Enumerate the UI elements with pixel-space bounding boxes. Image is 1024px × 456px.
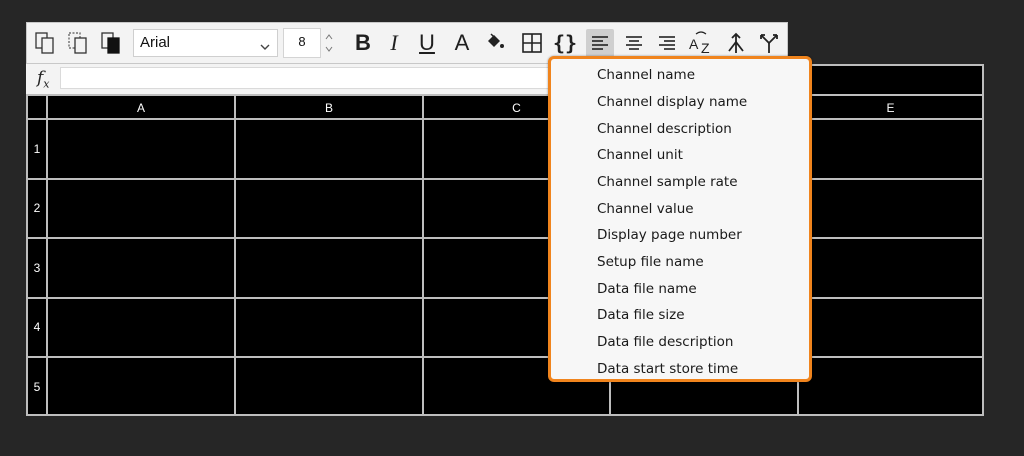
- column-header-b[interactable]: B: [236, 98, 422, 118]
- align-center-icon[interactable]: [620, 29, 648, 57]
- borders-icon[interactable]: [518, 29, 546, 57]
- menu-item-data-start-store-time[interactable]: Data start store time: [597, 361, 738, 377]
- grid-line: [46, 96, 48, 414]
- grid-line: [28, 118, 982, 120]
- formula-bar: fx: [26, 64, 586, 94]
- paste-icon[interactable]: [97, 29, 125, 57]
- copy-format-icon[interactable]: [64, 29, 92, 57]
- menu-item-data-file-description[interactable]: Data file description: [597, 334, 733, 350]
- grid-line: [28, 297, 982, 299]
- field-insert-dropdown: Channel name Channel display name Channe…: [548, 56, 812, 382]
- bold-button[interactable]: B: [349, 29, 377, 57]
- row-header-5[interactable]: 5: [28, 380, 46, 394]
- braces-icon[interactable]: {}: [551, 29, 579, 57]
- paint-bucket-icon[interactable]: [481, 29, 509, 57]
- row-header-2[interactable]: 2: [28, 201, 46, 215]
- row-header-3[interactable]: 3: [28, 261, 46, 275]
- align-right-icon[interactable]: [653, 29, 681, 57]
- column-header-e[interactable]: E: [799, 98, 982, 118]
- sort-az-icon[interactable]: AZ: [687, 29, 715, 57]
- font-size-stepper[interactable]: [323, 31, 335, 55]
- font-size-input[interactable]: 8: [283, 28, 321, 58]
- font-size-value: 8: [298, 34, 306, 49]
- menu-item-channel-unit[interactable]: Channel unit: [597, 147, 683, 163]
- font-color-button[interactable]: A: [448, 29, 476, 57]
- grid-line: [234, 96, 236, 414]
- italic-button[interactable]: I: [380, 29, 408, 57]
- grid-line: [28, 237, 982, 239]
- menu-item-data-file-name[interactable]: Data file name: [597, 281, 697, 297]
- split-icon[interactable]: [755, 29, 783, 57]
- copy-icon[interactable]: [31, 29, 59, 57]
- formula-input[interactable]: [60, 67, 580, 89]
- spreadsheet-grid: A B C D E 1 2 3 4 5: [26, 94, 984, 416]
- menu-item-setup-file-name[interactable]: Setup file name: [597, 254, 704, 270]
- spin-icon: [325, 34, 333, 52]
- row-header-4[interactable]: 4: [28, 320, 46, 334]
- menu-item-channel-description[interactable]: Channel description: [597, 121, 732, 137]
- font-family-value: Arial: [140, 34, 171, 51]
- align-left-icon[interactable]: [586, 29, 614, 57]
- svg-text:Z: Z: [701, 40, 710, 55]
- font-family-select[interactable]: Arial: [133, 29, 278, 57]
- menu-item-display-page-number[interactable]: Display page number: [597, 227, 742, 243]
- menu-item-channel-value[interactable]: Channel value: [597, 201, 694, 217]
- underline-button[interactable]: U: [413, 29, 441, 57]
- merge-icon[interactable]: [722, 29, 750, 57]
- grid-line: [28, 178, 982, 180]
- chevron-down-icon: [259, 36, 271, 62]
- menu-item-channel-sample-rate[interactable]: Channel sample rate: [597, 174, 738, 190]
- row-header-1[interactable]: 1: [28, 142, 46, 156]
- menu-item-data-file-size[interactable]: Data file size: [597, 307, 685, 323]
- grid-line: [422, 96, 424, 414]
- grid-line: [28, 356, 982, 358]
- column-header-a[interactable]: A: [48, 98, 234, 118]
- menu-item-channel-name[interactable]: Channel name: [597, 67, 695, 83]
- svg-text:A: A: [689, 36, 699, 52]
- function-icon[interactable]: fx: [37, 68, 50, 90]
- menu-item-channel-display-name[interactable]: Channel display name: [597, 94, 747, 110]
